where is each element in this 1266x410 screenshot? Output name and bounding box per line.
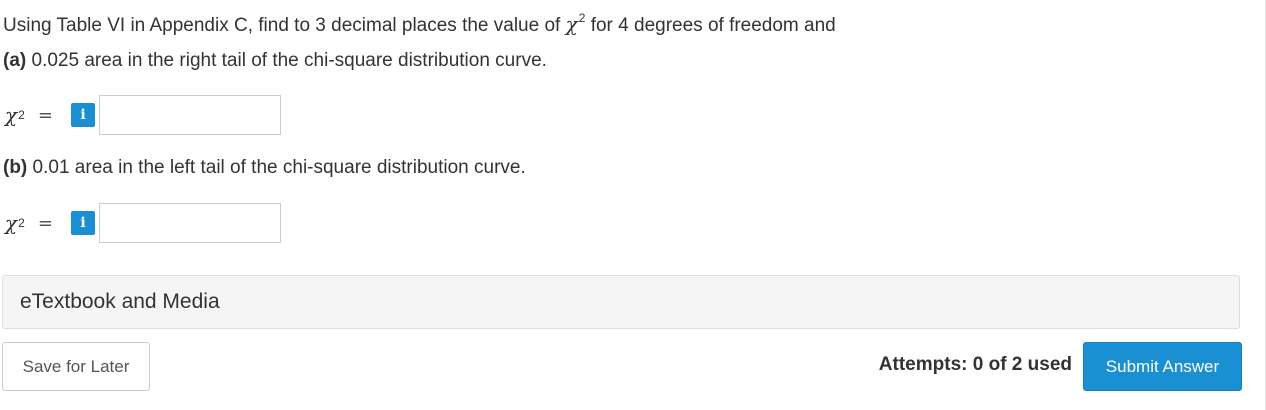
etextbook-media-label: eTextbook and Media	[20, 290, 220, 313]
chi-exponent: 2	[18, 216, 25, 230]
part-b-prompt: (b) 0.01 area in the left tail of the ch…	[3, 156, 526, 180]
question-text-after: for 4 degrees of freedom and	[585, 15, 836, 36]
part-b-text: 0.01 area in the left tail of the chi-sq…	[27, 157, 526, 178]
chi-exponent: 2	[18, 108, 25, 122]
chi-symbol: χ	[565, 12, 578, 36]
part-a-answer-row: χ2 = i	[5, 93, 281, 137]
part-b-lhs: χ2 =	[5, 211, 71, 235]
part-a-answer-input[interactable]	[99, 95, 281, 135]
info-icon[interactable]: i	[71, 103, 95, 127]
part-a-prompt: (a) 0.025 area in the right tail of the …	[3, 49, 547, 73]
chi-symbol: χ	[5, 211, 18, 235]
part-b-tag: (b)	[3, 157, 28, 178]
part-a-tag: (a)	[3, 50, 27, 71]
save-for-later-button[interactable]: Save for Later	[2, 342, 150, 391]
part-a-text: 0.025 area in the right tail of the chi-…	[26, 50, 547, 71]
part-b-answer-input[interactable]	[99, 203, 281, 243]
part-a-lhs: χ2 =	[5, 103, 71, 127]
chi-symbol: χ	[5, 103, 18, 127]
question-text-before: Using Table VI in Appendix C, find to 3 …	[3, 15, 566, 36]
submit-answer-button[interactable]: Submit Answer	[1083, 342, 1242, 391]
equals-sign: =	[37, 104, 53, 126]
equals-sign: =	[37, 212, 53, 234]
etextbook-media-panel[interactable]: eTextbook and Media	[2, 275, 1240, 329]
info-icon[interactable]: i	[71, 211, 95, 235]
question-prompt: Using Table VI in Appendix C, find to 3 …	[3, 6, 836, 38]
part-b-answer-row: χ2 = i	[5, 201, 281, 245]
attempts-counter: Attempts: 0 of 2 used	[878, 354, 1072, 375]
